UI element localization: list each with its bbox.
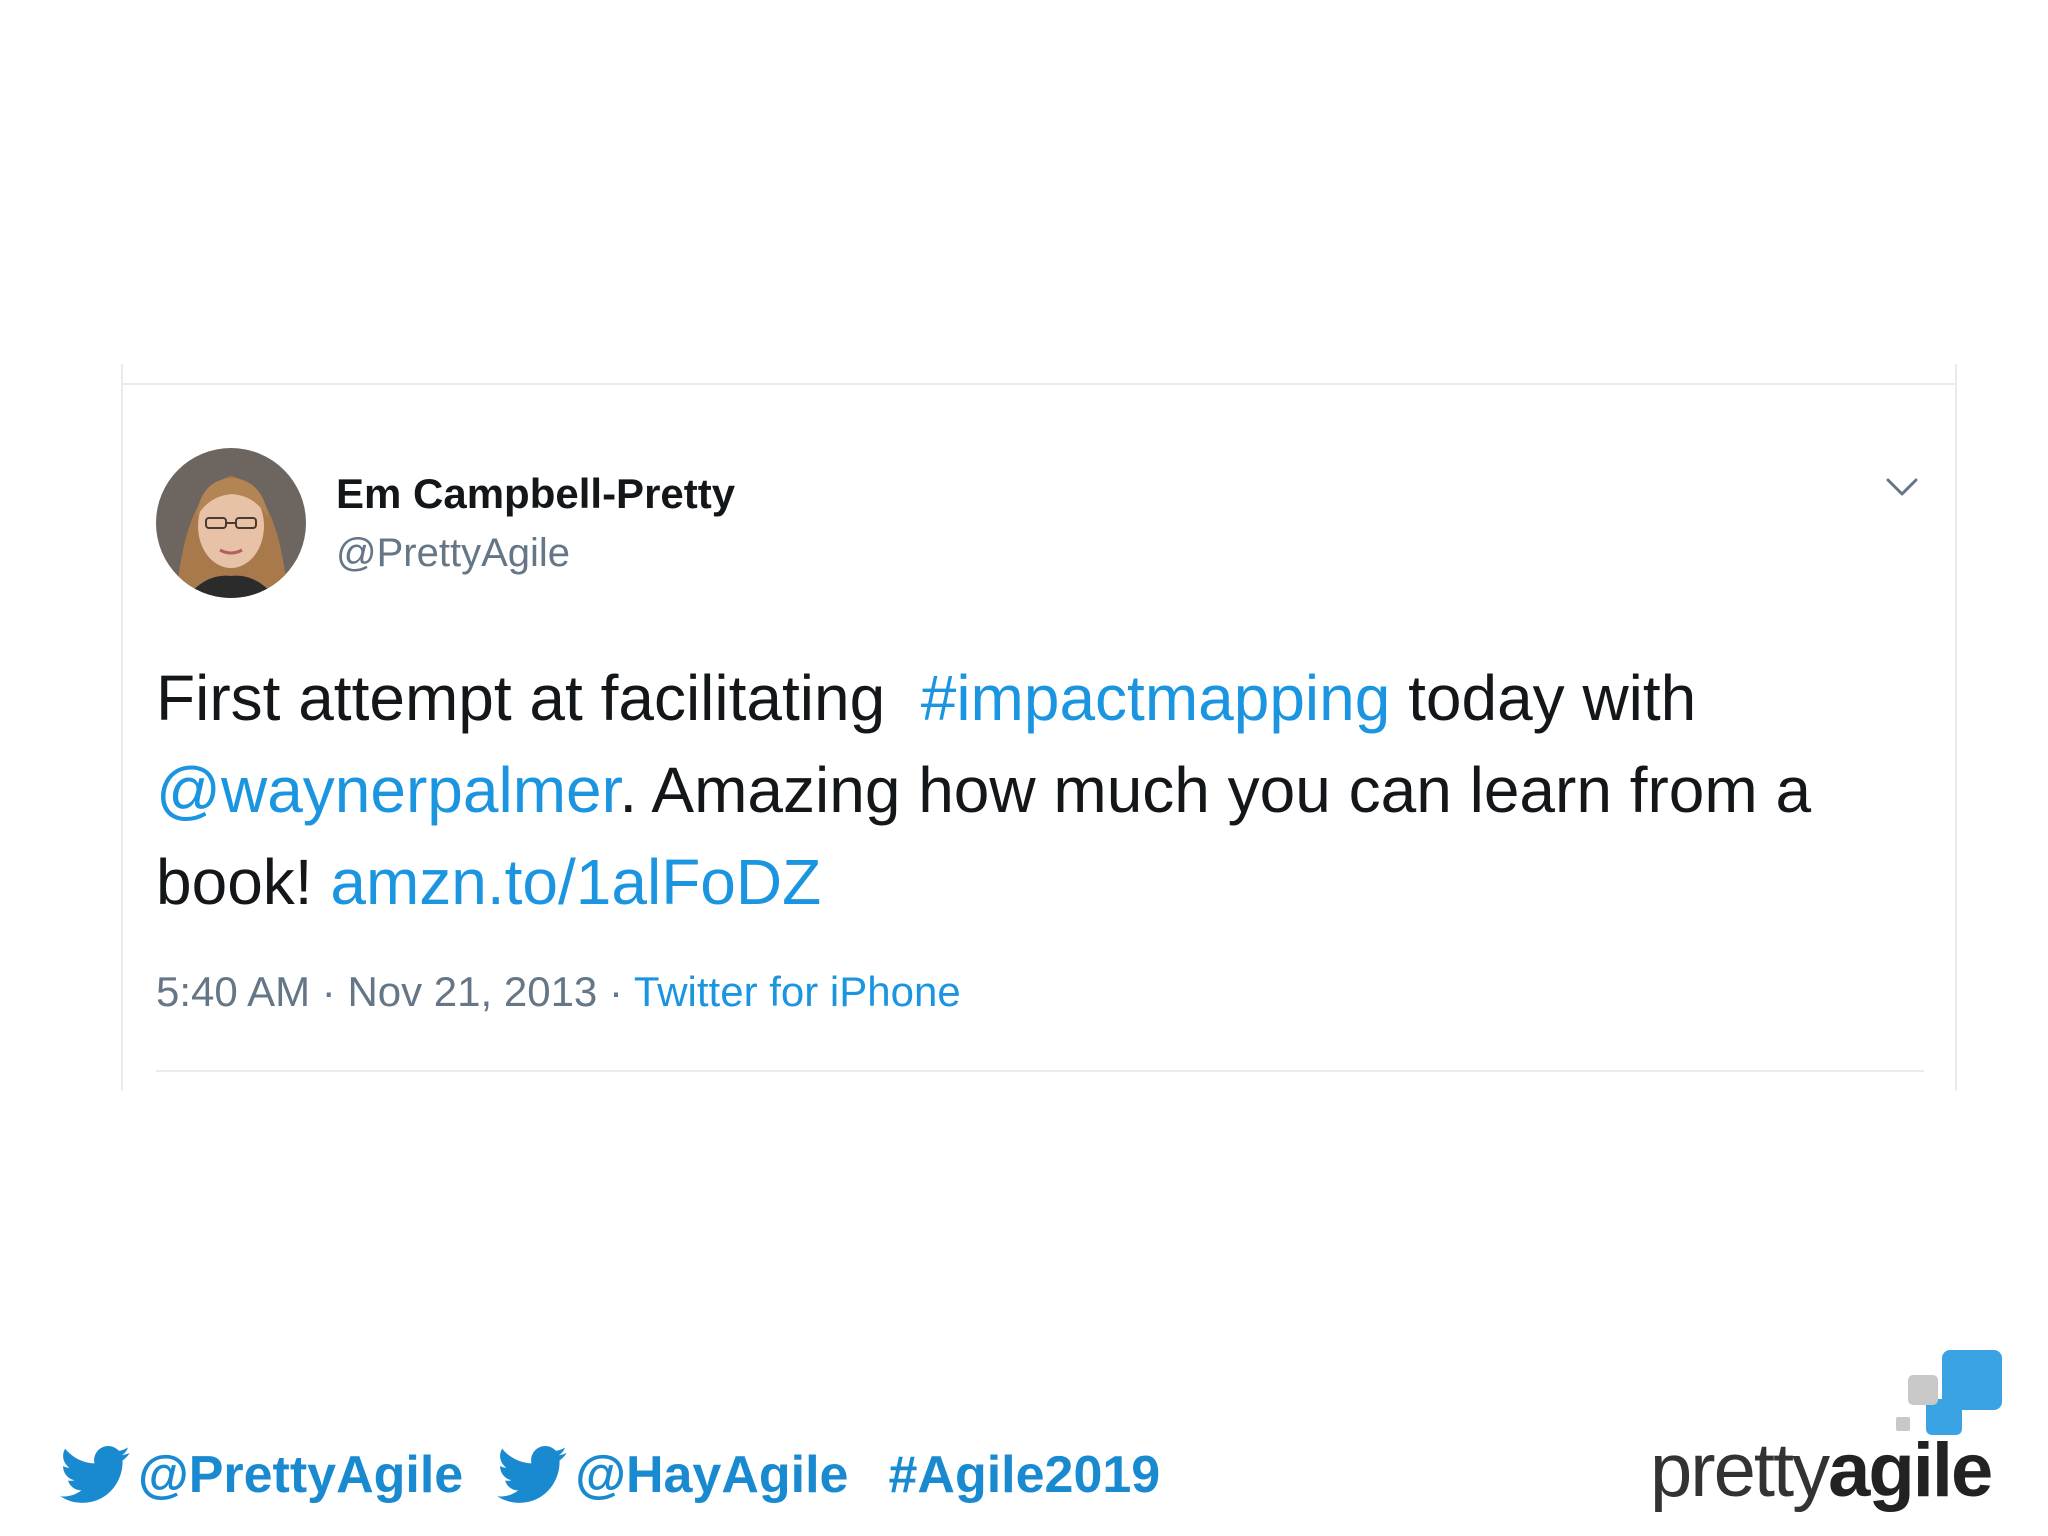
prettyagile-logo: prettyagile [1640, 1345, 2020, 1515]
tweet-source-link[interactable]: Twitter for iPhone [634, 968, 961, 1015]
tweet-card: Em Campbell-Pretty @PrettyAgile First at… [121, 364, 1957, 1091]
footer-handle[interactable]: @HayAgile [575, 1445, 848, 1505]
tweet-meta: 5:40 AM · Nov 21, 2013 · Twitter for iPh… [156, 968, 961, 1016]
url-link[interactable]: amzn.to/1alFoDZ [330, 846, 821, 918]
footer: @PrettyAgile @HayAgile #Agile2019 [60, 1440, 1160, 1510]
author-name[interactable]: Em Campbell-Pretty [336, 470, 735, 518]
logo-wordmark: prettyagile [1650, 1427, 1993, 1514]
tweet-text: First attempt at facilitating #impactmap… [156, 652, 1936, 928]
twitter-bird-icon [60, 1446, 130, 1504]
hashtag-link[interactable]: #impactmapping [921, 662, 1391, 734]
separator: · [310, 968, 348, 1015]
footer-handle[interactable]: @PrettyAgile [138, 1445, 463, 1505]
separator: · [597, 968, 634, 1015]
tweet-date[interactable]: Nov 21, 2013 [347, 968, 597, 1015]
author-handle[interactable]: @PrettyAgile [336, 531, 570, 576]
chevron-down-icon[interactable] [1880, 466, 1924, 510]
logo-word-agile: agile [1828, 1428, 1993, 1513]
avatar[interactable] [156, 448, 306, 598]
mention-link[interactable]: @waynerpalmer [156, 754, 619, 826]
tweet-text-part: First attempt at facilitating [156, 662, 886, 734]
logo-word-pretty: pretty [1650, 1428, 1830, 1513]
divider [123, 383, 1955, 385]
divider [156, 1070, 1924, 1072]
footer-hashtag[interactable]: #Agile2019 [888, 1445, 1160, 1505]
tweet-text-part: today with [1408, 662, 1697, 734]
tweet-time[interactable]: 5:40 AM [156, 968, 310, 1015]
twitter-bird-icon [497, 1446, 568, 1504]
